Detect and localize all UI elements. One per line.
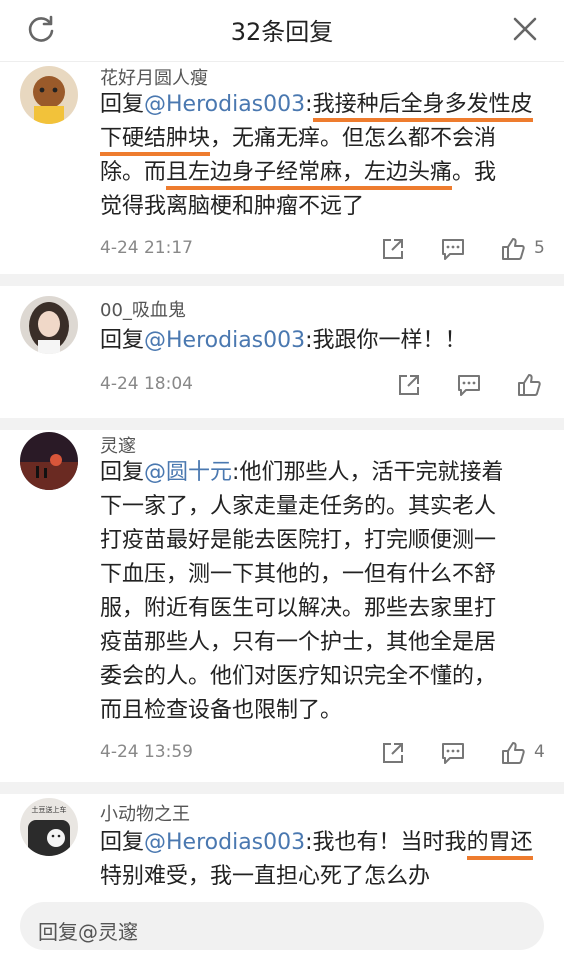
share-icon[interactable] [396, 372, 422, 398]
reply-bar: 回复@灵邃 [0, 888, 564, 960]
header-bar: 32条回复 [0, 0, 564, 62]
mention-link[interactable]: @Herodias003 [144, 92, 305, 117]
avatar[interactable] [20, 66, 78, 124]
like-count: 5 [534, 238, 545, 258]
text-segment: 除。而 [100, 160, 167, 185]
comment-text: 回复@Herodias003:我接种后全身多发性皮 下硬结肿块，无痛无痒。但怎么… [100, 88, 540, 224]
comment-icon[interactable] [440, 740, 466, 766]
svg-text:土豆送上车: 土豆送上车 [32, 805, 67, 814]
comment-text: 回复@圆十元:他们那些人，活干完就接着 下一家了，人家走量走任务的。其实老人 打… [100, 456, 540, 728]
comment-line: 而且检查设备也限制了。 [100, 698, 343, 723]
comment-icon[interactable] [440, 236, 466, 262]
comment-line: 除。而且左边身子经常麻，左边头痛。我 [100, 156, 540, 190]
comment-line: 服，附近有医生可以解决。那些去家里打 [100, 596, 497, 621]
timestamp: 4-24 13:59 [100, 742, 193, 762]
comment-line: 回复@Herodias003:我接种后全身多发性皮 [100, 88, 540, 122]
separator [0, 782, 564, 794]
highlighted-text: 的胃还 [466, 830, 533, 860]
mention-link[interactable]: @Herodias003 [144, 830, 305, 855]
separator [0, 418, 564, 430]
reply-prefix: 回复 [100, 460, 145, 485]
comment-line: 下硬结肿块，无痛无痒。但怎么都不会消 [100, 122, 540, 156]
thumbs-up-icon[interactable] [500, 236, 526, 262]
reply-prefix: 回复 [100, 328, 145, 353]
like-count: 4 [534, 742, 545, 762]
username[interactable]: 小动物之王 [100, 800, 190, 826]
comment-line: 疫苗那些人，只有一个护士，其他全是居 [100, 630, 497, 655]
comment-item: 花好月圆人瘦 回复@Herodias003:我接种后全身多发性皮 下硬结肿块，无… [0, 62, 564, 274]
timestamp: 4-24 18:04 [100, 374, 193, 394]
comment-line: 下一家了，人家走量走任务的。其实老人 [100, 494, 497, 519]
text-segment: :他们那些人，活干完就接着 [232, 460, 504, 485]
reply-prefix: 回复 [100, 830, 145, 855]
comment-line: 委会的人。他们对医疗知识完全不懂的， [100, 664, 497, 689]
timestamp: 4-24 21:17 [100, 238, 193, 258]
reply-placeholder[interactable]: 回复@灵邃 [38, 916, 138, 945]
text-segment: :我也有！当时我 [305, 830, 467, 855]
mention-link[interactable]: @Herodias003 [144, 328, 305, 353]
comment-icon[interactable] [456, 372, 482, 398]
avatar[interactable] [20, 432, 78, 490]
username[interactable]: 灵邃 [100, 432, 136, 458]
page-title: 32条回复 [230, 18, 334, 46]
text-segment: :我跟你一样！！ [305, 328, 467, 353]
text-segment: ，我一直担心死了怎么办 [188, 864, 431, 889]
highlighted-text: 且左边身子经常麻，左边头痛 [166, 160, 453, 190]
comment-line: 打疫苗最好是能去医院打，打完顺便测一 [100, 528, 497, 553]
comment-line: 回复@Herodias003:我跟你一样！！ [100, 324, 540, 358]
avatar[interactable]: 土豆送上车 [20, 798, 78, 856]
avatar[interactable] [20, 296, 78, 354]
mention-link[interactable]: @圆十元 [144, 460, 232, 485]
comment-text: 回复@Herodias003:我也有！当时我的胃还 特别难受，我一直担心死了怎么… [100, 826, 540, 894]
thumbs-up-icon[interactable] [516, 372, 542, 398]
text-segment: 觉得我离脑梗和肿瘤不远了 [100, 194, 365, 219]
comment-line: 下血压，测一下其他的，一但有什么不舒 [100, 562, 497, 587]
username[interactable]: 00_吸血鬼 [100, 296, 186, 322]
comment-line: 回复@圆十元:他们那些人，活干完就接着 [100, 456, 540, 490]
text-segment: ，无痛无痒。但怎么都不会消 [210, 126, 497, 151]
text-segment: : [305, 92, 313, 117]
comment-item: 00_吸血鬼 回复@Herodias003:我跟你一样！！ 4-24 18:04 [0, 286, 564, 422]
thumbs-up-icon[interactable] [500, 740, 526, 766]
share-icon[interactable] [380, 236, 406, 262]
close-icon[interactable] [510, 14, 540, 44]
separator [0, 274, 564, 286]
comment-line: 回复@Herodias003:我也有！当时我的胃还 [100, 826, 540, 860]
comment-line: 觉得我离脑梗和肿瘤不远了 [100, 190, 540, 224]
comment-item: 灵邃 回复@圆十元:他们那些人，活干完就接着 下一家了，人家走量走任务的。其实老… [0, 430, 564, 782]
comment-text: 回复@Herodias003:我跟你一样！！ [100, 324, 540, 358]
share-icon[interactable] [380, 740, 406, 766]
highlighted-text: 下硬结肿块 [100, 126, 211, 156]
username[interactable]: 花好月圆人瘦 [100, 64, 208, 90]
text-segment: 。我 [452, 160, 497, 185]
comment-item: 土豆送上车 小动物之王 回复@Herodias003:我也有！当时我的胃还 特别… [0, 794, 564, 894]
reply-prefix: 回复 [100, 92, 145, 117]
highlighted-text: 我接种后全身多发性皮 [312, 92, 533, 122]
